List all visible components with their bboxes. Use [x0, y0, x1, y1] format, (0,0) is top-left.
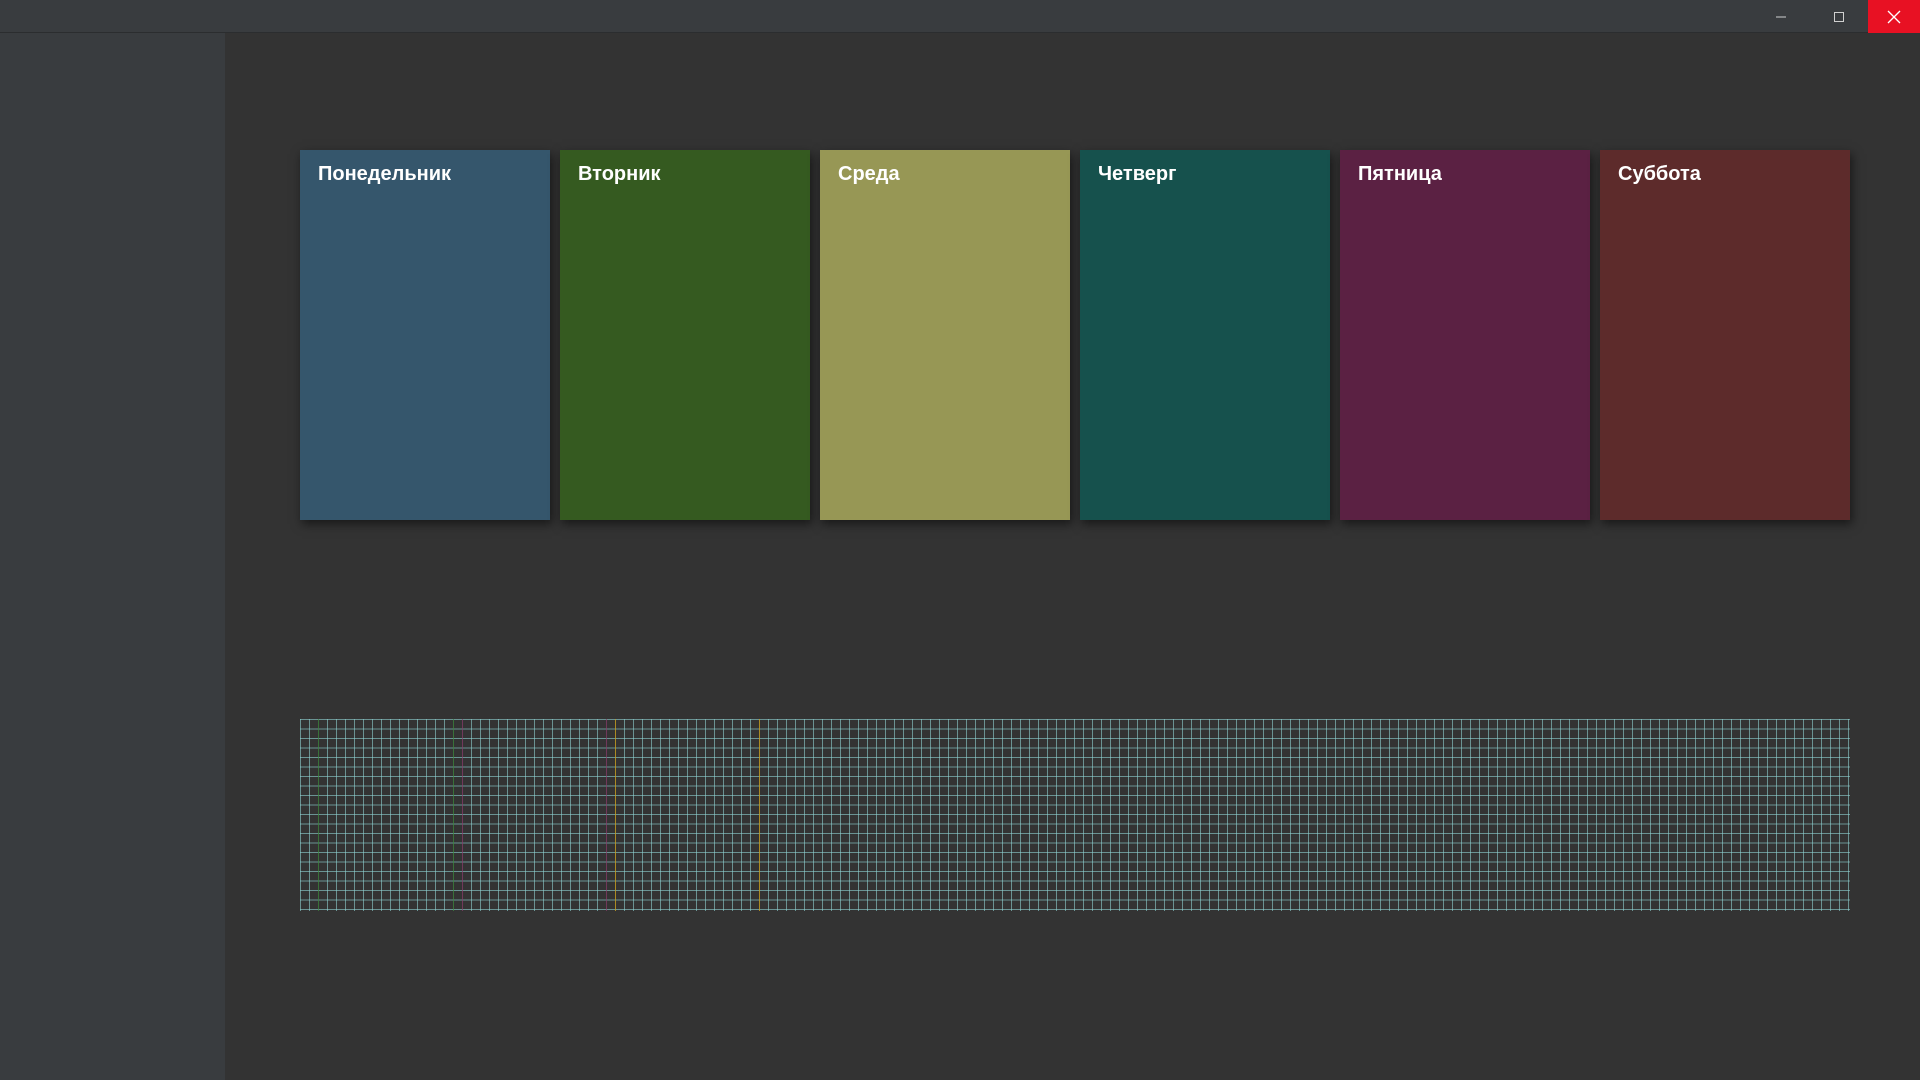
schedule-grid-lines	[300, 719, 1850, 911]
schedule-grid[interactable]	[300, 719, 1850, 911]
day-card-monday[interactable]: Понедельник	[300, 150, 550, 520]
day-card-title: Вторник	[578, 163, 661, 185]
day-card-thursday[interactable]: Четверг	[1080, 150, 1330, 520]
maximize-icon	[1834, 11, 1844, 22]
day-card-title: Понедельник	[318, 163, 451, 185]
app-window: Понедельник Вторник Среда Четверг Пятниц…	[0, 0, 1920, 1080]
minimize-button[interactable]	[1752, 0, 1810, 33]
sidebar	[0, 33, 225, 1080]
title-bar[interactable]	[0, 0, 1920, 33]
day-card-saturday[interactable]: Суббота	[1600, 150, 1850, 520]
minimize-icon	[1776, 16, 1786, 17]
maximize-button[interactable]	[1810, 0, 1868, 33]
close-icon	[1887, 10, 1901, 23]
day-card-title: Среда	[838, 163, 900, 185]
day-cards: Понедельник Вторник Среда Четверг Пятниц…	[300, 150, 1850, 520]
day-card-friday[interactable]: Пятница	[1340, 150, 1590, 520]
main-content: Понедельник Вторник Среда Четверг Пятниц…	[225, 33, 1920, 1080]
close-button[interactable]	[1868, 0, 1920, 33]
day-card-title: Пятница	[1358, 163, 1442, 185]
day-card-wednesday[interactable]: Среда	[820, 150, 1070, 520]
day-card-tuesday[interactable]: Вторник	[560, 150, 810, 520]
day-card-title: Суббота	[1618, 163, 1701, 185]
day-card-title: Четверг	[1098, 163, 1177, 185]
